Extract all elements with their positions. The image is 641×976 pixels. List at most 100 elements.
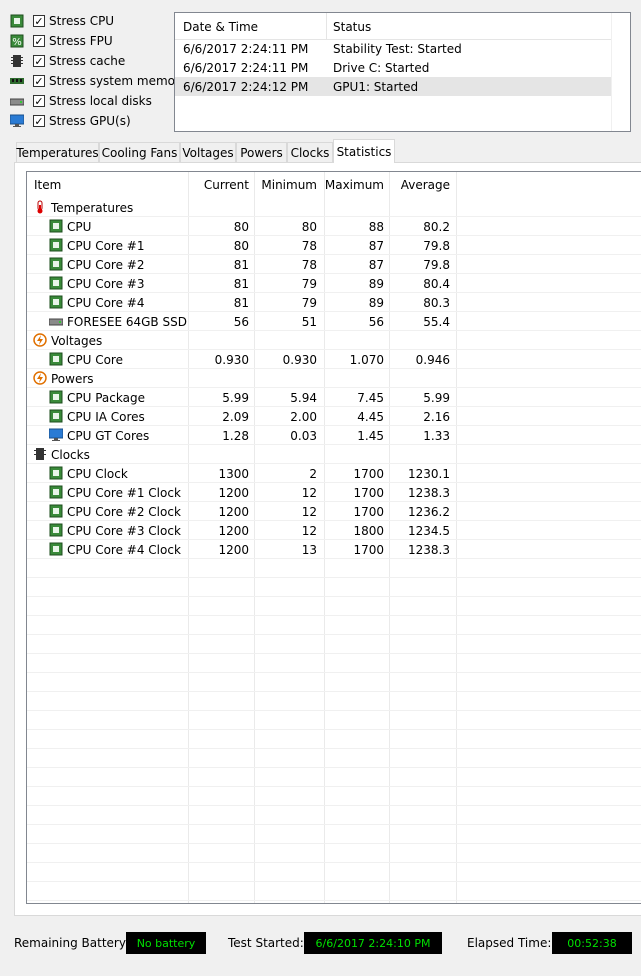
sensor-label[interactable]: CPU Core #1 xyxy=(67,239,145,253)
row-divider xyxy=(27,729,641,730)
log-row[interactable]: 6/6/2017 2:24:11 PM Stability Test: Star… xyxy=(175,39,611,58)
value-maximum: 87 xyxy=(368,258,384,272)
stress-option-label[interactable]: Stress cache xyxy=(49,54,125,68)
column-header-maximum[interactable]: Maximum xyxy=(324,178,384,192)
elapsed-time-label: Elapsed Time: xyxy=(467,936,552,950)
row-divider xyxy=(27,843,641,844)
row-divider xyxy=(27,634,641,635)
sensor-label[interactable]: CPU GT Cores xyxy=(67,429,149,443)
group-label[interactable]: Temperatures xyxy=(51,201,133,215)
sensor-label[interactable]: FORESEE 64GB SSD xyxy=(67,315,187,329)
value-minimum: 0.930 xyxy=(282,353,317,367)
tab-temperatures[interactable]: Temperatures xyxy=(16,142,99,162)
row-divider xyxy=(27,710,641,711)
log-scrollbar[interactable] xyxy=(611,13,630,131)
row-divider xyxy=(27,406,641,407)
value-average: 2.16 xyxy=(423,410,450,424)
column-header-current[interactable]: Current xyxy=(188,178,249,192)
stress-option[interactable]: ✓ Stress CPU xyxy=(10,11,114,31)
sensor-label[interactable]: CPU xyxy=(67,220,91,234)
stress-option[interactable]: ✓ Stress local disks xyxy=(9,91,152,111)
row-divider xyxy=(27,444,641,445)
value-average: 1238.3 xyxy=(408,486,450,500)
value-maximum: 56 xyxy=(368,315,384,329)
tab-clocks[interactable]: Clocks xyxy=(287,142,333,162)
event-log: Date & Time Status 6/6/2017 2:24:11 PM S… xyxy=(174,12,631,132)
disk-drive-icon xyxy=(48,314,64,328)
group-label[interactable]: Clocks xyxy=(51,448,90,462)
value-average: 79.8 xyxy=(423,239,450,253)
sensor-label[interactable]: CPU Core #1 Clock xyxy=(67,486,181,500)
sensor-label[interactable]: CPU Core xyxy=(67,353,123,367)
row-divider xyxy=(27,501,641,502)
checkbox[interactable]: ✓ xyxy=(33,115,45,127)
checkbox[interactable]: ✓ xyxy=(33,95,45,107)
column-header-minimum[interactable]: Minimum xyxy=(254,178,317,192)
stress-option-label[interactable]: Stress GPU(s) xyxy=(49,114,131,128)
checkbox[interactable]: ✓ xyxy=(33,35,45,47)
tab-cooling-fans[interactable]: Cooling Fans xyxy=(99,142,180,162)
row-divider xyxy=(27,824,641,825)
tab-statistics[interactable]: Statistics xyxy=(333,139,395,163)
stress-option[interactable]: ✓ Stress system memory xyxy=(10,71,187,91)
row-divider xyxy=(27,786,641,787)
tab-powers[interactable]: Powers xyxy=(236,142,287,162)
cpu-chip-icon xyxy=(49,523,63,537)
row-divider xyxy=(27,292,641,293)
row-divider xyxy=(27,539,641,540)
value-average: 5.99 xyxy=(423,391,450,405)
row-divider xyxy=(27,691,641,692)
value-maximum: 88 xyxy=(368,220,384,234)
sensor-label[interactable]: CPU Clock xyxy=(67,467,128,481)
tab-voltages[interactable]: Voltages xyxy=(180,142,236,162)
log-row[interactable]: 6/6/2017 2:24:11 PM Drive C: Started xyxy=(175,58,611,77)
stress-option-label[interactable]: Stress system memory xyxy=(49,74,187,88)
value-maximum: 89 xyxy=(368,277,384,291)
stress-option-label[interactable]: Stress FPU xyxy=(49,34,113,48)
sensor-label[interactable]: CPU Core #2 xyxy=(67,258,145,272)
value-current: 1200 xyxy=(218,543,249,557)
statistics-table: Item Current Minimum Maximum Average Tem… xyxy=(26,171,641,904)
clock-chip-icon xyxy=(33,447,47,461)
row-divider xyxy=(27,596,641,597)
value-current: 81 xyxy=(233,277,249,291)
value-current: 80 xyxy=(233,239,249,253)
group-label[interactable]: Voltages xyxy=(51,334,102,348)
value-maximum: 87 xyxy=(368,239,384,253)
value-average: 80.4 xyxy=(423,277,450,291)
column-header-average[interactable]: Average xyxy=(389,178,450,192)
sensor-label[interactable]: CPU Core #2 Clock xyxy=(67,505,181,519)
value-minimum: 13 xyxy=(301,543,317,557)
sensor-label[interactable]: CPU Core #3 Clock xyxy=(67,524,181,538)
value-current: 1300 xyxy=(218,467,249,481)
sensor-label[interactable]: CPU IA Cores xyxy=(67,410,145,424)
cpu-chip-icon xyxy=(49,485,63,499)
log-status: Stability Test: Started xyxy=(333,42,462,56)
value-current: 0.930 xyxy=(214,353,249,367)
value-current: 80 xyxy=(233,220,249,234)
sensor-label[interactable]: CPU Package xyxy=(67,391,145,405)
row-divider xyxy=(27,330,641,331)
stress-option[interactable]: ✓ Stress cache xyxy=(10,51,125,71)
cpu-chip-icon xyxy=(49,390,63,404)
column-header-item[interactable]: Item xyxy=(34,178,61,192)
sensor-label[interactable]: CPU Core #4 xyxy=(67,296,145,310)
log-column-divider[interactable] xyxy=(326,13,327,39)
checkbox[interactable]: ✓ xyxy=(33,15,45,27)
stress-option-label[interactable]: Stress CPU xyxy=(49,14,114,28)
log-header-status[interactable]: Status xyxy=(333,20,371,34)
sensor-label[interactable]: CPU Core #4 Clock xyxy=(67,543,181,557)
battery-display: No battery xyxy=(126,932,206,954)
row-divider xyxy=(27,349,641,350)
sensor-label[interactable]: CPU Core #3 xyxy=(67,277,145,291)
value-minimum: 79 xyxy=(301,296,317,310)
column-divider[interactable] xyxy=(456,172,457,903)
stress-option[interactable]: % ✓ Stress FPU xyxy=(10,31,113,51)
group-label[interactable]: Powers xyxy=(51,372,94,386)
stress-option[interactable]: ✓ Stress GPU(s) xyxy=(9,111,131,131)
checkbox[interactable]: ✓ xyxy=(33,55,45,67)
stress-option-label[interactable]: Stress local disks xyxy=(49,94,152,108)
log-row-selected[interactable]: 6/6/2017 2:24:12 PM GPU1: Started xyxy=(175,77,611,96)
checkbox[interactable]: ✓ xyxy=(33,75,45,87)
log-header-datetime[interactable]: Date & Time xyxy=(183,20,258,34)
